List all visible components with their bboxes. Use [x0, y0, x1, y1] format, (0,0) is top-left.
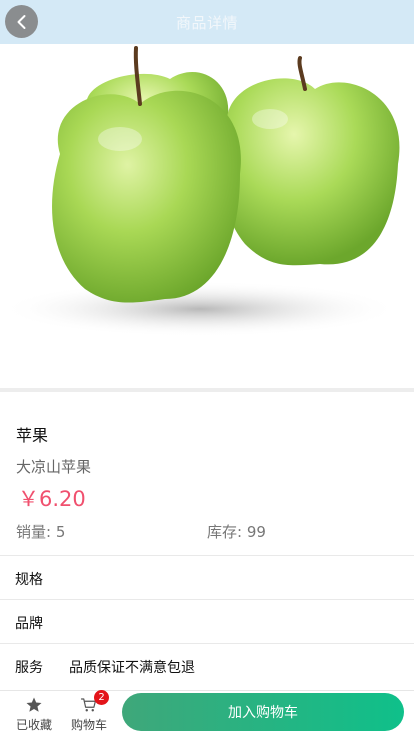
- star-icon: [26, 697, 42, 712]
- brand-label: 品牌: [15, 616, 43, 632]
- favorite-label: 已收藏: [15, 718, 52, 732]
- cart-button[interactable]: 2 购物车: [64, 690, 114, 733]
- bottom-action-bar: 已收藏 2 购物车 加入购物车: [0, 690, 414, 736]
- cart-count-badge: 2: [94, 690, 109, 705]
- stock-count: 库存: 99: [207, 523, 266, 541]
- brand-row[interactable]: 品牌: [0, 599, 414, 643]
- service-value: 品质保证不满意包退: [69, 660, 195, 676]
- sales-count: 销量: 5: [16, 523, 66, 541]
- section-divider: [0, 388, 414, 392]
- header-bar: 商品详情: [0, 0, 414, 44]
- add-to-cart-button[interactable]: 加入购物车: [122, 693, 404, 731]
- product-price: ￥6.20: [18, 487, 86, 511]
- service-label: 服务: [15, 660, 43, 676]
- cart-label: 购物车: [70, 718, 107, 732]
- service-row[interactable]: 服务 品质保证不满意包退: [0, 643, 414, 687]
- spec-row[interactable]: 规格: [0, 555, 414, 599]
- product-subtitle: 大凉山苹果: [16, 458, 92, 476]
- product-name: 苹果: [16, 426, 49, 445]
- spec-label: 规格: [15, 572, 43, 588]
- page-title: 商品详情: [175, 14, 238, 32]
- favorite-button[interactable]: 已收藏: [9, 693, 59, 733]
- product-image: [0, 44, 414, 388]
